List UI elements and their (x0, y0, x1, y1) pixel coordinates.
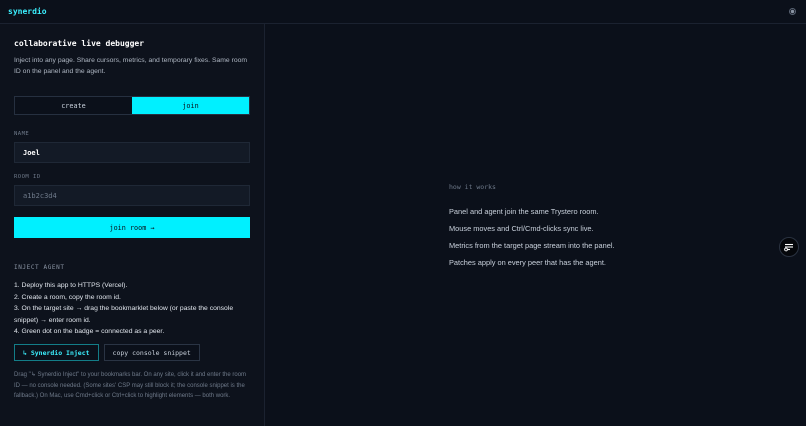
how-it-works-list: Panel and agent join the same Trystero r… (449, 203, 615, 271)
room-id-input[interactable]: a1b2c3d4 (14, 185, 250, 206)
list-item: Patches apply on every peer that has the… (449, 258, 606, 267)
brand-logo: synerdio (8, 7, 47, 16)
top-bar: synerdio (0, 0, 806, 24)
name-label: NAME (14, 131, 30, 137)
name-input[interactable]: Joel (14, 142, 250, 163)
bookmarklet-note: Drag "↳ Synerdio Inject" to your bookmar… (14, 372, 247, 399)
list-item: Panel and agent join the same Trystero r… (449, 207, 599, 216)
tab-join[interactable]: join (132, 97, 249, 114)
list-item: 1. Deploy this app to HTTPS (Vercel). (14, 282, 128, 289)
toggle-panel-button[interactable] (779, 237, 799, 257)
settings-dot-icon[interactable] (789, 8, 796, 15)
room-id-label: ROOM ID (14, 174, 41, 180)
mode-tabs: create join (14, 96, 250, 115)
list-item: 4. Green dot on the badge = connected as… (14, 328, 165, 335)
join-room-button[interactable]: join room → (14, 217, 250, 238)
list-item: Mouse moves and Ctrl/Cmd-clicks sync liv… (449, 224, 594, 233)
panel-subtitle: Inject into any page. Share cursors, met… (14, 57, 248, 75)
how-it-works-heading: how it works (449, 183, 496, 191)
list-item: Metrics from the target page stream into… (449, 241, 615, 250)
list-item: 2. Create a room, copy the room id. (14, 293, 121, 301)
copy-snippet-button[interactable]: copy console snippet (103, 344, 200, 361)
tab-create[interactable]: create (15, 97, 132, 114)
inject-steps: 1. Deploy this app to HTTPS (Vercel). 2.… (14, 280, 254, 338)
panel-title: collaborative live debugger (14, 39, 145, 48)
control-panel: collaborative live debugger Inject into … (0, 24, 265, 426)
toggle-panel-icon (784, 243, 793, 252)
bookmarklet-button[interactable]: ↳ Synerdio Inject (14, 344, 99, 361)
list-item: 3. On the target site → drag the bookmar… (14, 305, 234, 324)
inject-actions: ↳ Synerdio Inject copy console snippet (14, 344, 200, 361)
inject-agent-heading: INJECT AGENT (14, 264, 65, 271)
